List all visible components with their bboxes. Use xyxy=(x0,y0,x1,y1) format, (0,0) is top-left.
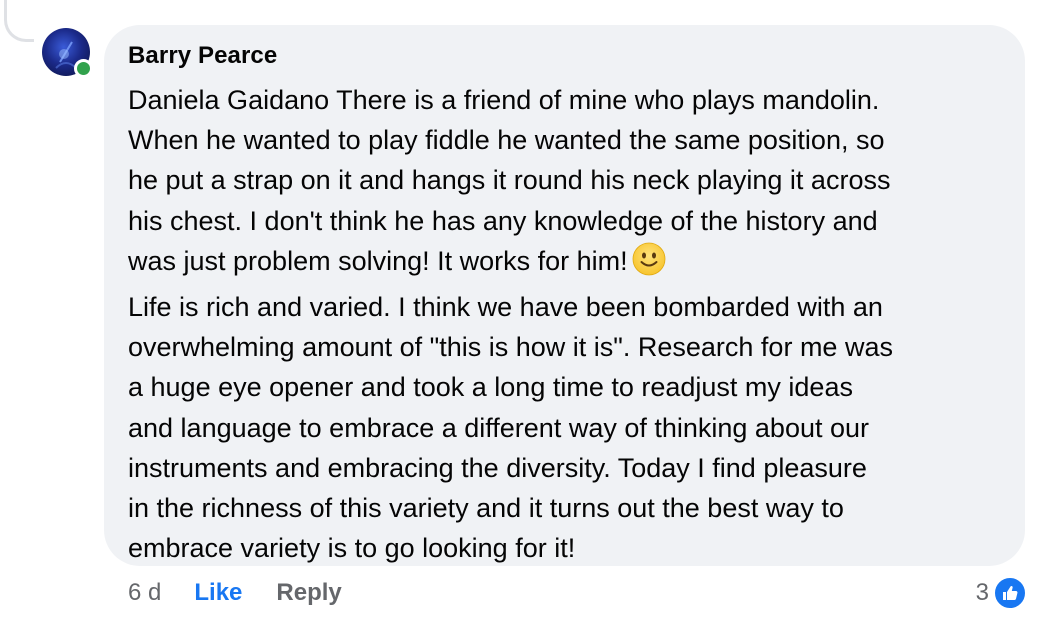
comment-line: was just problem solving! It works for h… xyxy=(128,245,628,276)
avatar[interactable] xyxy=(42,28,93,78)
comment-timestamp[interactable]: 6 d xyxy=(128,579,161,607)
comment-line: and language to embrace a different way … xyxy=(128,412,870,443)
thread-connector-line xyxy=(4,0,34,42)
comment-line: in the richness of this variety and it t… xyxy=(128,493,844,524)
comment-line: he put a strap on it and hangs it round … xyxy=(128,165,891,196)
reply-button[interactable]: Reply xyxy=(276,579,341,607)
comment-line: instruments and embracing the diversity.… xyxy=(128,452,867,483)
comment-line: Daniela Gaidano There is a friend of min… xyxy=(128,85,880,115)
comment-body: Daniela Gaidano There is a friend of min… xyxy=(128,80,1008,568)
reaction-summary[interactable]: 3 xyxy=(976,576,1027,610)
comment-line: his chest. I don't think he has any know… xyxy=(128,205,878,236)
comment-bubble: Barry Pearce Daniela Gaidano There is a … xyxy=(104,25,1025,566)
comment-line: overwhelming amount of "this is how it i… xyxy=(128,332,893,363)
comment-author[interactable]: Barry Pearce xyxy=(128,42,277,70)
like-button[interactable]: Like xyxy=(194,579,242,607)
comment-line: Life is rich and varied. I think we have… xyxy=(128,292,883,323)
reaction-count: 3 xyxy=(975,579,989,606)
comment-line: When he wanted to play fiddle he wanted … xyxy=(128,125,885,156)
comment-line: a huge eye opener and took a long time t… xyxy=(128,372,853,403)
comment-actions: 6 d Like Reply xyxy=(128,576,342,610)
slightly-smiling-face-icon xyxy=(632,242,666,287)
comment-line-with-emoji: was just problem solving! It works for h… xyxy=(128,241,1008,287)
comment-line: embrace variety is to go looking for it! xyxy=(128,533,576,564)
online-status-dot xyxy=(74,59,93,78)
like-icon xyxy=(993,576,1027,610)
